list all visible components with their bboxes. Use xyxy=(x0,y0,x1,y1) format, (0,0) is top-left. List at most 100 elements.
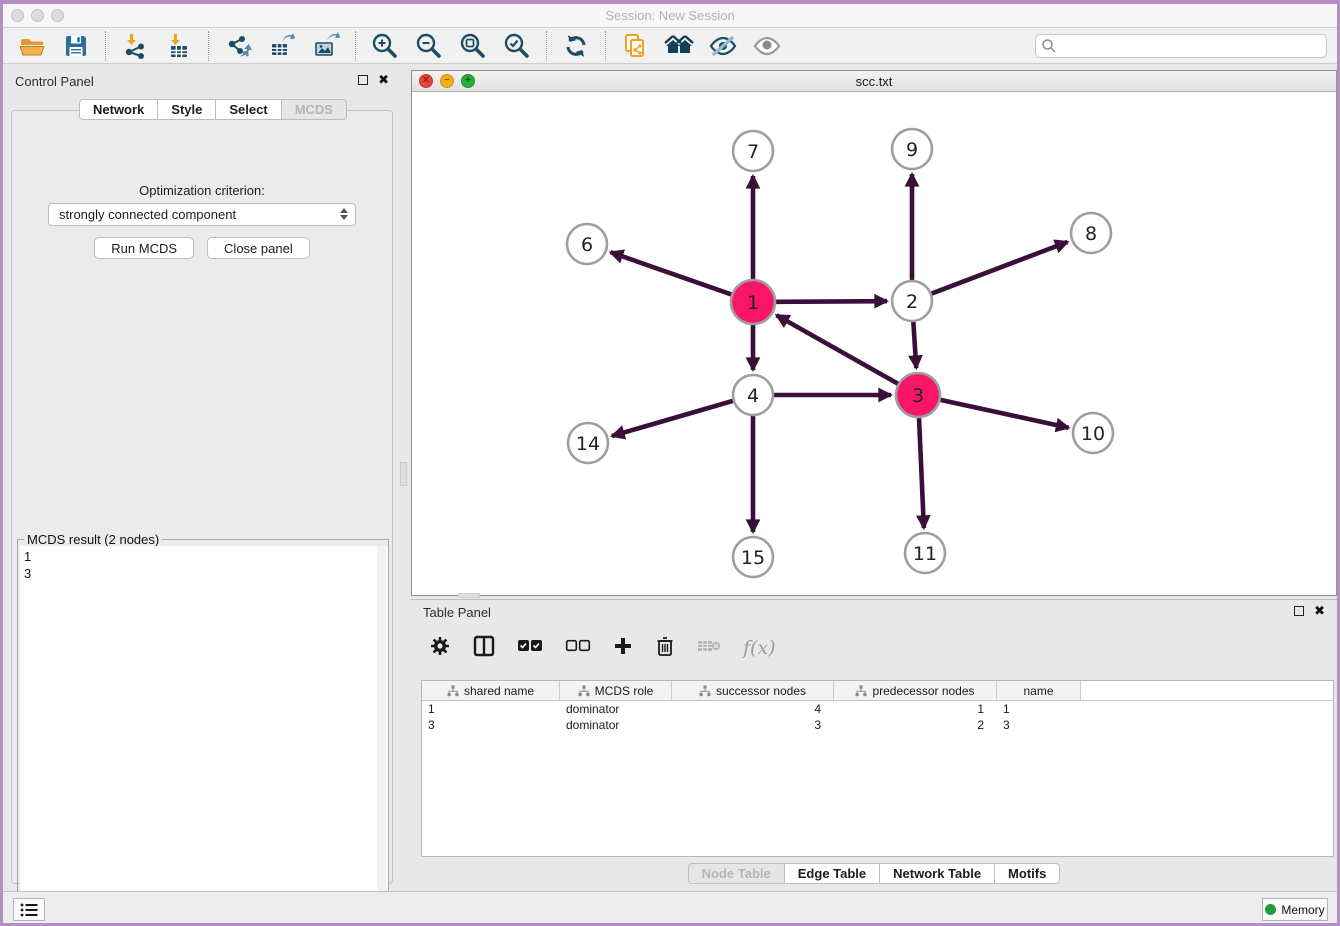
delete-table-icon[interactable] xyxy=(697,638,721,659)
tab-network[interactable]: Network xyxy=(79,99,157,120)
network-graph-canvas[interactable]: 7968124314101511 xyxy=(412,92,1336,595)
zoom-fit-icon[interactable] xyxy=(458,31,488,61)
table-row[interactable]: 3dominator323 xyxy=(422,717,1333,733)
graph-node-label-3: 3 xyxy=(912,385,924,407)
control-panel-title: Control Panel xyxy=(15,74,94,89)
float-panel-icon[interactable] xyxy=(358,75,368,85)
splitter-grip[interactable] xyxy=(400,462,407,486)
column-header-successor-nodes[interactable]: successor nodes xyxy=(672,681,834,700)
add-column-icon[interactable] xyxy=(613,636,633,661)
memory-button[interactable]: Memory xyxy=(1262,898,1328,921)
table-cell[interactable]: dominator xyxy=(560,702,672,716)
table-cell[interactable]: 2 xyxy=(834,718,997,732)
import-network-icon[interactable] xyxy=(120,31,150,61)
graph-node-label-15: 15 xyxy=(741,547,765,569)
float-table-panel-icon[interactable] xyxy=(1294,606,1304,616)
close-panel-button[interactable]: Close panel xyxy=(207,237,310,259)
table-cell[interactable]: 3 xyxy=(997,718,1081,732)
export-network-icon[interactable] xyxy=(223,31,253,61)
column-header-shared-name[interactable]: shared name xyxy=(422,681,560,700)
graph-edge-3-11[interactable] xyxy=(919,418,924,528)
table-toolbar: f(x) xyxy=(421,628,1327,668)
refresh-icon[interactable] xyxy=(561,31,591,61)
function-builder-icon[interactable]: f(x) xyxy=(743,637,776,659)
table-body: 1dominator4113dominator323 xyxy=(422,701,1333,733)
table-panel-header: Table Panel ✖ xyxy=(411,605,1337,623)
graph-edge-2-8[interactable] xyxy=(932,242,1068,294)
zoom-in-icon[interactable] xyxy=(370,31,400,61)
tree-sort-icon xyxy=(447,685,459,697)
import-table-icon[interactable] xyxy=(164,31,194,61)
home-icon[interactable] xyxy=(664,31,694,61)
graph-edge-1-6[interactable] xyxy=(611,252,732,294)
horizontal-splitter-grip[interactable] xyxy=(458,593,480,598)
table-cell[interactable]: dominator xyxy=(560,718,672,732)
open-session-icon[interactable] xyxy=(17,31,47,61)
export-table-icon[interactable] xyxy=(267,31,297,61)
column-view-icon[interactable] xyxy=(473,635,495,662)
settings-gear-icon[interactable] xyxy=(429,635,451,662)
mcds-result-text[interactable]: 1 3 xyxy=(20,546,388,918)
vertical-splitter[interactable] xyxy=(397,64,411,891)
tree-sort-icon xyxy=(855,685,867,697)
network-window-titlebar[interactable]: ✕ − + scc.txt xyxy=(412,71,1336,92)
search-input[interactable] xyxy=(1035,34,1327,58)
graph-edge-2-3[interactable] xyxy=(913,322,916,368)
tab-node-table[interactable]: Node Table xyxy=(688,863,784,884)
show-details-icon[interactable] xyxy=(752,31,782,61)
table-cell[interactable]: 4 xyxy=(672,702,834,716)
select-all-checkboxes-icon[interactable] xyxy=(517,639,543,658)
delete-column-icon[interactable] xyxy=(655,635,675,662)
graph-edge-1-2[interactable] xyxy=(776,301,887,302)
save-session-icon[interactable] xyxy=(61,31,91,61)
column-header-predecessor-nodes[interactable]: predecessor nodes xyxy=(834,681,997,700)
tab-mcds[interactable]: MCDS xyxy=(281,99,347,120)
tree-sort-icon xyxy=(699,685,711,697)
graph-node-label-2: 2 xyxy=(906,291,918,313)
mcds-result-scrollbar[interactable] xyxy=(377,546,386,918)
optimization-criterion-select[interactable]: strongly connected component xyxy=(48,203,356,226)
optimization-criterion-label: Optimization criterion: xyxy=(12,183,392,198)
table-cell[interactable]: 1 xyxy=(422,702,560,716)
graph-node-label-8: 8 xyxy=(1085,223,1097,245)
graph-node-label-4: 4 xyxy=(747,385,759,407)
graph-node-label-1: 1 xyxy=(747,292,759,314)
hide-details-icon[interactable] xyxy=(708,31,738,61)
window-title: Session: New Session xyxy=(3,8,1337,23)
table-cell[interactable]: 1 xyxy=(997,702,1081,716)
zoom-selected-icon[interactable] xyxy=(502,31,532,61)
table-cell[interactable]: 3 xyxy=(422,718,560,732)
first-neighbors-icon[interactable] xyxy=(620,31,650,61)
column-header-name[interactable]: name xyxy=(997,681,1081,700)
tab-network-table[interactable]: Network Table xyxy=(879,863,994,884)
deselect-checkboxes-icon[interactable] xyxy=(565,639,591,658)
close-panel-icon[interactable]: ✖ xyxy=(378,75,389,85)
graph-edge-3-1[interactable] xyxy=(777,315,898,383)
network-window: ✕ − + scc.txt 7968124314101511 xyxy=(411,70,1337,596)
table-cell[interactable]: 1 xyxy=(834,702,997,716)
graph-edge-3-10[interactable] xyxy=(940,400,1068,428)
task-history-button[interactable] xyxy=(13,898,45,921)
control-panel-header: Control Panel ✖ xyxy=(3,74,397,92)
control-panel: Control Panel ✖ Network Style Select MCD… xyxy=(3,66,397,890)
column-header-MCDS-role[interactable]: MCDS role xyxy=(560,681,672,700)
mcds-result-fieldset: MCDS result (2 nodes) 1 3 xyxy=(17,539,389,921)
tab-edge-table[interactable]: Edge Table xyxy=(784,863,879,884)
search-container xyxy=(1035,34,1327,58)
app-frame: Session: New Session xyxy=(3,4,1337,923)
list-icon xyxy=(19,902,39,918)
run-mcds-button[interactable]: Run MCDS xyxy=(94,237,194,259)
graph-node-label-10: 10 xyxy=(1081,423,1105,445)
graph-edge-4-14[interactable] xyxy=(612,401,733,436)
zoom-out-icon[interactable] xyxy=(414,31,444,61)
mcds-panel: Optimization criterion: strongly connect… xyxy=(11,110,393,884)
tab-style[interactable]: Style xyxy=(157,99,215,120)
tab-select[interactable]: Select xyxy=(215,99,280,120)
table-row[interactable]: 1dominator411 xyxy=(422,701,1333,717)
close-table-panel-icon[interactable]: ✖ xyxy=(1314,606,1325,616)
workspace: Control Panel ✖ Network Style Select MCD… xyxy=(3,64,1337,891)
tab-motifs[interactable]: Motifs xyxy=(994,863,1060,884)
table-cell[interactable]: 3 xyxy=(672,718,834,732)
export-image-icon[interactable] xyxy=(311,31,341,61)
memory-status-icon xyxy=(1265,904,1276,915)
